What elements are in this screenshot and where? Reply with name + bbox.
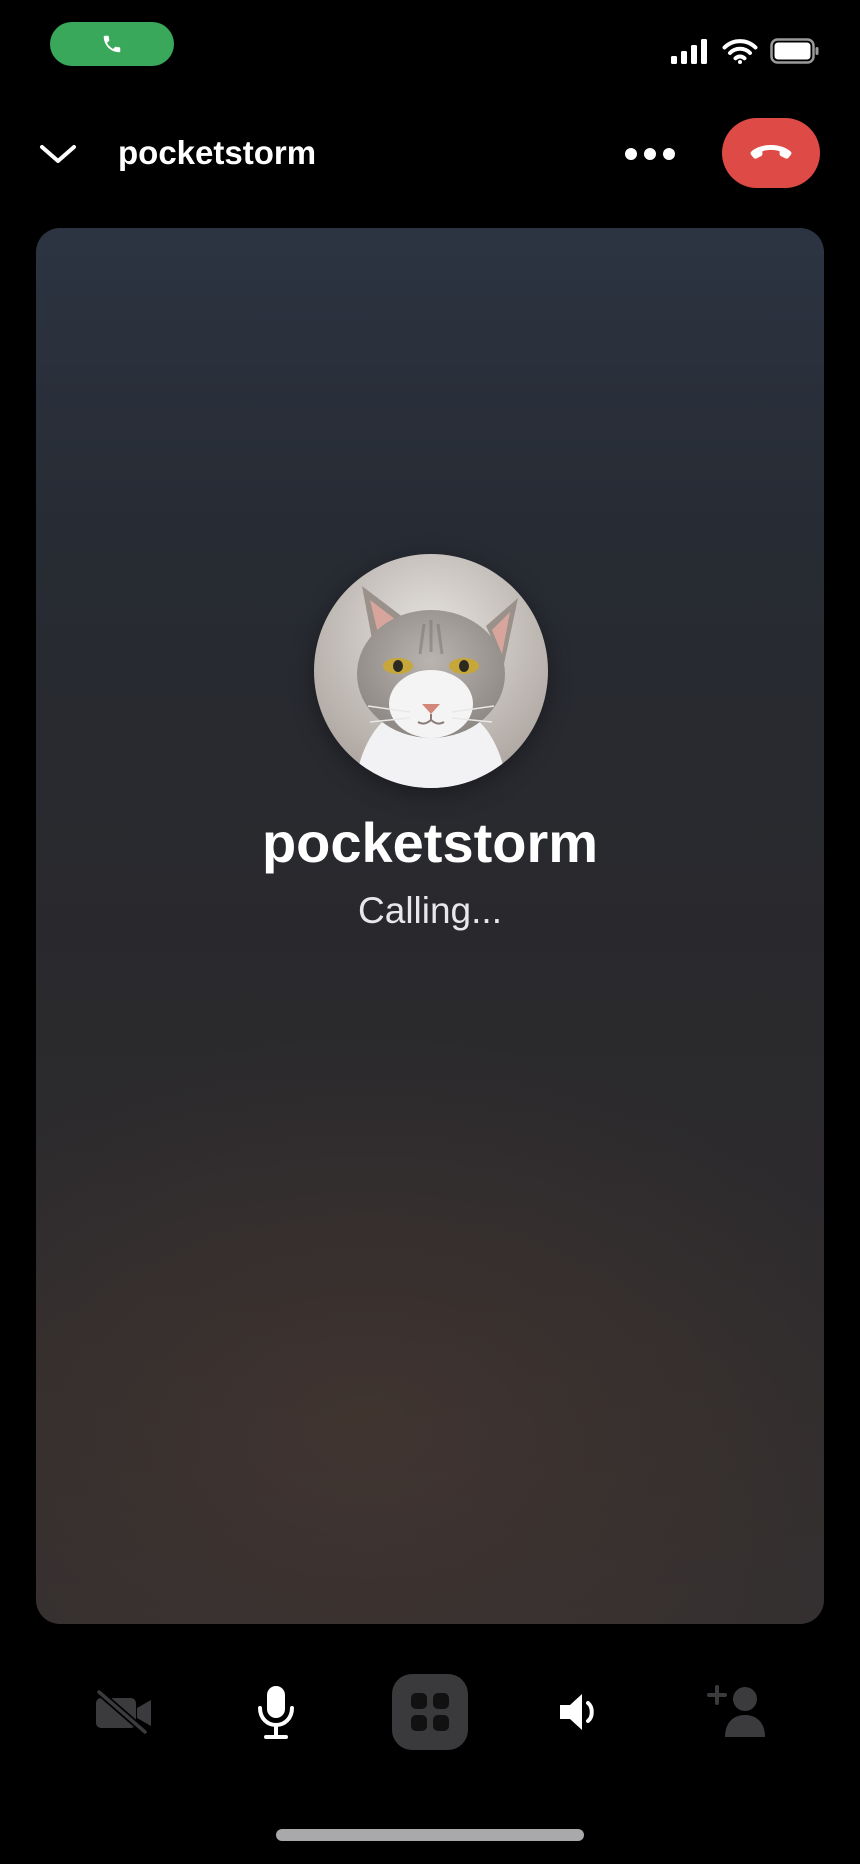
home-indicator[interactable] xyxy=(276,1829,584,1841)
more-options-button[interactable] xyxy=(620,134,680,174)
header-title: pocketstorm xyxy=(118,134,317,171)
wifi-icon xyxy=(722,39,758,64)
camera-off-icon xyxy=(95,1688,151,1736)
collapse-button[interactable] xyxy=(36,134,80,174)
callee-name: pocketstorm xyxy=(261,811,599,874)
add-participant-icon xyxy=(707,1685,765,1737)
add-participant-button[interactable] xyxy=(700,1672,780,1752)
call-stage: pocketstorm Calling... xyxy=(36,228,824,1624)
toggle-camera-button[interactable] xyxy=(84,1672,164,1752)
toggle-mute-button[interactable] xyxy=(236,1672,316,1752)
more-horizontal-icon xyxy=(625,148,675,160)
call-header: pocketstorm xyxy=(0,116,860,190)
cat-avatar-image xyxy=(314,554,548,788)
cellular-signal-icon xyxy=(671,39,707,64)
speaker-button[interactable] xyxy=(540,1672,620,1752)
call-status: Calling... xyxy=(358,890,502,931)
chevron-down-icon xyxy=(40,145,76,163)
microphone-icon xyxy=(258,1686,294,1739)
phone-icon xyxy=(103,35,121,53)
layout-grid-button[interactable] xyxy=(392,1674,468,1750)
grid-icon xyxy=(411,1693,449,1731)
speaker-icon xyxy=(560,1694,594,1730)
active-call-indicator[interactable] xyxy=(50,22,174,66)
phone-hangup-icon xyxy=(750,145,792,159)
status-icons xyxy=(670,38,820,64)
end-call-button[interactable] xyxy=(722,118,820,188)
call-controls xyxy=(0,1672,860,1752)
avatar xyxy=(314,554,548,788)
battery-icon xyxy=(770,38,819,64)
